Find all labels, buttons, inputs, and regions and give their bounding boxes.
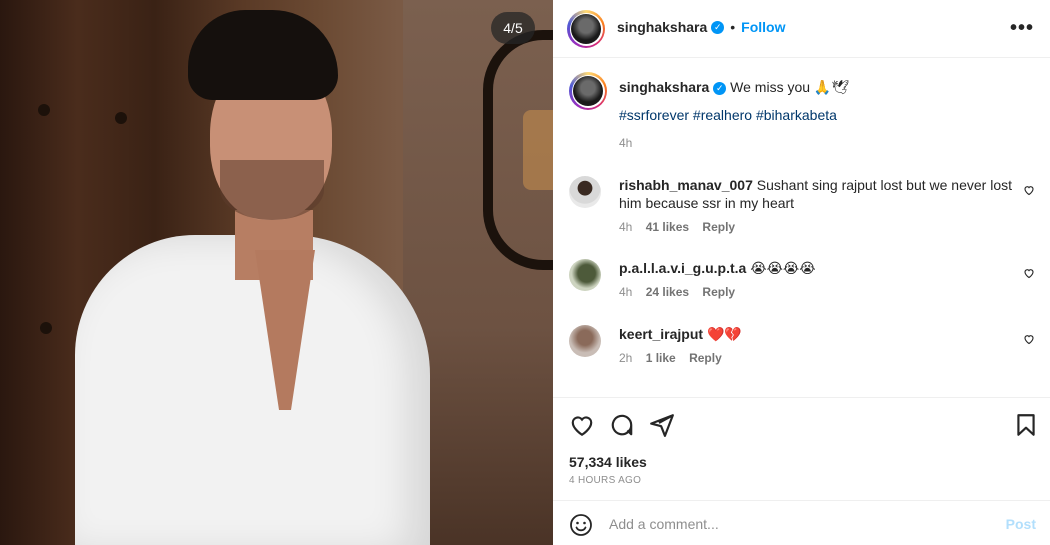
follow-button[interactable]: Follow bbox=[741, 19, 785, 35]
comment-likes[interactable]: 1 like bbox=[646, 351, 676, 365]
post-comment-button[interactable]: Post bbox=[1006, 516, 1036, 532]
comment-likes[interactable]: 24 likes bbox=[646, 285, 689, 299]
verified-badge-icon: ✓ bbox=[713, 81, 727, 95]
caption-hashtags[interactable]: #ssrforever #realhero #biharkabeta bbox=[619, 106, 1019, 124]
comment-time: 2h bbox=[619, 351, 633, 365]
comment-text: ❤️💔 bbox=[706, 326, 742, 342]
comment-username[interactable]: keert_irajput bbox=[619, 326, 703, 342]
like-comment-heart-icon[interactable] bbox=[1023, 333, 1035, 345]
photo-nail bbox=[40, 322, 52, 334]
reply-button[interactable]: Reply bbox=[702, 220, 735, 234]
comment-body: rishabh_manav_007 Sushant sing rajput lo… bbox=[619, 176, 1019, 236]
comment-bubble-icon[interactable] bbox=[609, 412, 635, 438]
commenter-avatar[interactable] bbox=[569, 176, 601, 208]
reply-button[interactable]: Reply bbox=[689, 351, 722, 365]
comment-body: keert_irajput ❤️💔 2h 1 like Reply bbox=[619, 325, 1019, 367]
add-comment-bar: Post bbox=[553, 500, 1050, 545]
share-send-icon[interactable] bbox=[649, 412, 675, 438]
commenter-avatar[interactable] bbox=[569, 259, 601, 291]
post-header: singhakshara ✓ • Follow ••• bbox=[553, 0, 1050, 58]
comment-username[interactable]: rishabh_manav_007 bbox=[619, 177, 753, 193]
photo-lamp-glow bbox=[523, 110, 553, 190]
like-comment-heart-icon[interactable] bbox=[1023, 184, 1035, 196]
author-avatar[interactable] bbox=[567, 10, 605, 48]
add-comment-input[interactable] bbox=[609, 512, 989, 536]
post-photo[interactable]: 4/5 bbox=[0, 0, 553, 545]
comment-time: 4h bbox=[619, 220, 633, 234]
commenter-avatar[interactable] bbox=[569, 325, 601, 357]
verified-badge-icon: ✓ bbox=[711, 20, 725, 34]
comment-likes[interactable]: 41 likes bbox=[646, 220, 689, 234]
comments-list[interactable]: singhakshara ✓ We miss you 🙏🕊 #ssrforever… bbox=[553, 59, 1050, 397]
post-side-panel: singhakshara ✓ • Follow ••• singhakshara… bbox=[553, 0, 1050, 545]
more-options-icon[interactable]: ••• bbox=[1010, 17, 1034, 40]
caption-body: singhakshara ✓ We miss you 🙏🕊 #ssrforever… bbox=[619, 78, 1019, 152]
caption-time: 4h bbox=[619, 136, 633, 150]
caption-text: We miss you 🙏🕊 bbox=[730, 79, 850, 95]
save-bookmark-icon[interactable] bbox=[1013, 412, 1039, 438]
caption-avatar[interactable] bbox=[569, 72, 607, 110]
reply-button[interactable]: Reply bbox=[702, 285, 735, 299]
photo-subject bbox=[70, 10, 450, 545]
author-username[interactable]: singhakshara bbox=[617, 19, 707, 35]
like-comment-heart-icon[interactable] bbox=[1023, 267, 1035, 279]
header-author: singhakshara ✓ • Follow bbox=[617, 19, 786, 35]
post-timestamp[interactable]: 4 HOURS AGO bbox=[569, 475, 641, 486]
comment-body: p.a.l.l.a.v.i_g.u.p.t.a 😭😭😭😭 4h 24 likes… bbox=[619, 259, 1019, 301]
comment-time: 4h bbox=[619, 285, 633, 299]
comment-text: 😭😭😭😭 bbox=[750, 260, 816, 276]
likes-count[interactable]: 57,334 likes bbox=[569, 454, 647, 470]
caption-username[interactable]: singhakshara bbox=[619, 79, 709, 95]
comment-username[interactable]: p.a.l.l.a.v.i_g.u.p.t.a bbox=[619, 260, 746, 276]
like-heart-icon[interactable] bbox=[569, 412, 595, 438]
header-separator: • bbox=[730, 19, 736, 35]
slide-counter: 4/5 bbox=[491, 12, 535, 44]
emoji-smiley-icon[interactable] bbox=[569, 513, 593, 537]
photo-nail bbox=[38, 104, 50, 116]
